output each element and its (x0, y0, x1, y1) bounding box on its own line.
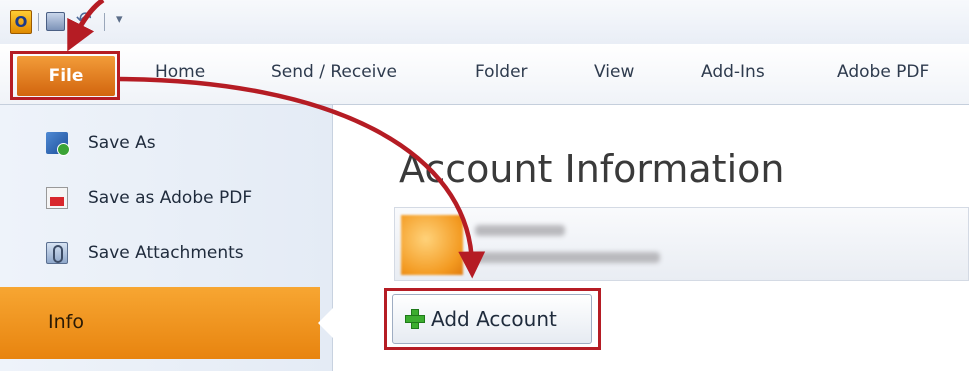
undo-icon[interactable]: ↶ (76, 8, 92, 30)
tab-send-receive[interactable]: Send / Receive (271, 62, 397, 82)
nav-save-as[interactable]: Save As (46, 128, 156, 158)
tab-folder[interactable]: Folder (475, 62, 528, 82)
tab-adobe-pdf[interactable]: Adobe PDF (837, 62, 929, 82)
file-tab-highlight (10, 51, 120, 100)
customize-qat-icon[interactable]: ▾ (116, 12, 123, 27)
save-as-icon (46, 132, 70, 156)
nav-save-as-label: Save As (88, 133, 156, 153)
toolbar-divider (38, 13, 39, 31)
account-email-redacted (475, 252, 660, 263)
nav-save-attachments-label: Save Attachments (88, 243, 244, 263)
pdf-icon (46, 187, 68, 209)
account-selector[interactable] (394, 207, 969, 281)
outlook-icon[interactable]: O (10, 10, 32, 34)
tab-add-ins[interactable]: Add-Ins (701, 62, 765, 82)
tab-view[interactable]: View (594, 62, 634, 82)
nav-info-label: Info (48, 311, 84, 333)
page-title: Account Information (399, 147, 785, 191)
ribbon-tabs: File Home Send / Receive Folder View Add… (0, 44, 969, 105)
selection-notch (318, 307, 334, 339)
attachment-icon (46, 242, 68, 264)
nav-save-as-pdf[interactable]: Save as Adobe PDF (46, 183, 252, 213)
nav-save-as-pdf-label: Save as Adobe PDF (88, 188, 253, 208)
add-account-highlight (384, 288, 601, 350)
nav-info[interactable]: Info (0, 287, 320, 359)
nav-save-attachments[interactable]: Save Attachments (46, 238, 244, 268)
account-avatar (401, 215, 463, 275)
quick-access-toolbar: O ↶ ▾ (0, 0, 969, 44)
toolbar-divider (104, 13, 105, 31)
account-name-redacted (475, 225, 565, 236)
save-icon[interactable] (46, 12, 65, 31)
tab-home[interactable]: Home (155, 62, 205, 82)
